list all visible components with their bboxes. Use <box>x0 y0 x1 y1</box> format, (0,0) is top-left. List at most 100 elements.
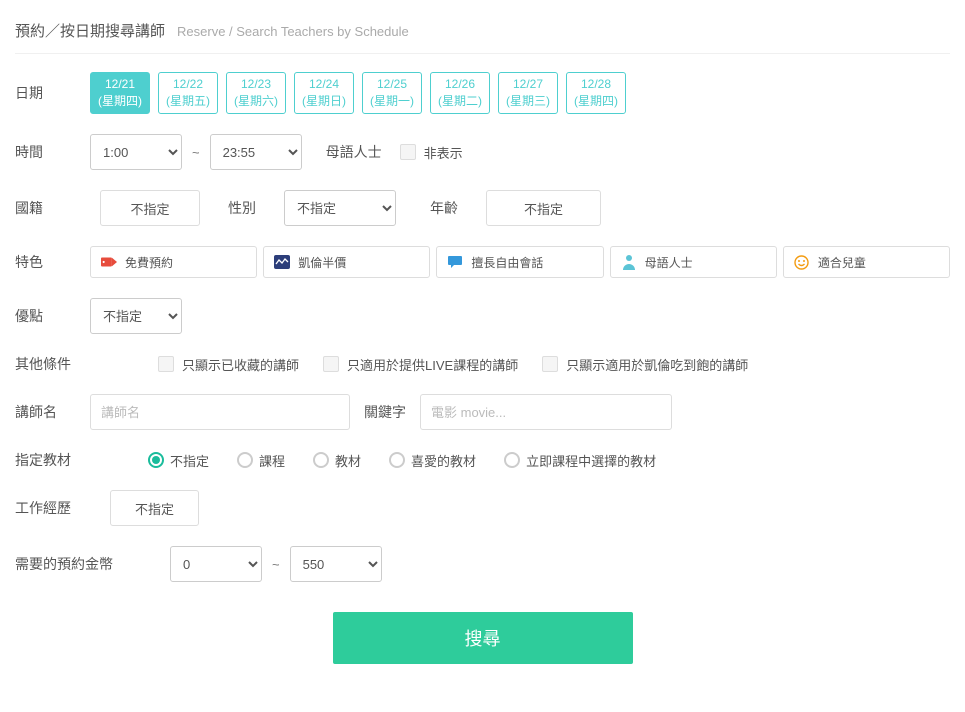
radio-label: 立即課程中選擇的教材 <box>526 451 656 470</box>
date-dow: (星期三) <box>506 93 550 110</box>
smile-icon <box>794 254 810 270</box>
label-feature: 特色 <box>15 252 90 272</box>
radio-icon <box>389 452 405 468</box>
label-nationality: 國籍 <box>15 198 90 218</box>
date-tab-6[interactable]: 12/27(星期三) <box>498 72 558 114</box>
row-feature: 特色 免費預約 凱倫半價 擅長自由會話 母語人士 適合兒童 <box>15 246 950 278</box>
callan-icon <box>274 254 290 270</box>
date-tab-4[interactable]: 12/25(星期一) <box>362 72 422 114</box>
time-from-select[interactable]: 1:00 <box>90 134 182 170</box>
date-dow: (星期五) <box>166 93 210 110</box>
radio-icon <box>148 452 164 468</box>
gender-select[interactable]: 不指定 <box>284 190 396 226</box>
date-tab-2[interactable]: 12/23(星期六) <box>226 72 286 114</box>
label-merit: 優點 <box>15 306 90 326</box>
checkbox-icon <box>542 356 558 372</box>
label-conditions: 其他條件 <box>15 354 90 374</box>
condition-checkbox-0[interactable]: 只顯示已收藏的講師 <box>158 355 299 374</box>
date-dow: (星期四) <box>98 93 142 110</box>
date-dow: (星期日) <box>302 93 346 110</box>
row-time: 時間 1:00 ~ 23:55 母語人士 非表示 <box>15 134 950 170</box>
row-material: 指定教材 不指定課程教材喜愛的教材立即課程中選擇的教材 <box>15 450 950 470</box>
feature-tag-0[interactable]: 免費預約 <box>90 246 257 278</box>
radio-label: 教材 <box>335 451 361 470</box>
date-dow: (星期六) <box>234 93 278 110</box>
feature-label: 免費預約 <box>125 254 173 271</box>
label-time: 時間 <box>15 142 90 162</box>
row-conditions: 其他條件 只顯示已收藏的講師 只適用於提供LIVE課程的講師 只顯示適用於凱倫吃到飽… <box>15 354 950 374</box>
date-tab-7[interactable]: 12/28(星期四) <box>566 72 626 114</box>
label-teacher-name: 講師名 <box>15 402 90 422</box>
page-title: 預約／按日期搜尋講師 <box>15 20 165 41</box>
date-dow: (星期二) <box>438 93 482 110</box>
date-md: 12/27 <box>513 76 543 93</box>
date-md: 12/25 <box>377 76 407 93</box>
row-coins: 需要的預約金幣 0 ~ 550 <box>15 546 950 582</box>
condition-checkbox-2[interactable]: 只顯示適用於凱倫吃到飽的講師 <box>542 355 748 374</box>
material-radio-0[interactable]: 不指定 <box>148 451 209 470</box>
feature-tag-1[interactable]: 凱倫半價 <box>263 246 430 278</box>
condition-label: 只顯示已收藏的講師 <box>182 355 299 374</box>
feature-tag-2[interactable]: 擅長自由會話 <box>436 246 603 278</box>
feature-tag-3[interactable]: 母語人士 <box>610 246 777 278</box>
material-radio-group: 不指定 課程 教材 喜愛的教材 立即課程中選擇的教材 <box>148 451 656 470</box>
tilde: ~ <box>192 145 200 160</box>
date-tab-3[interactable]: 12/24(星期日) <box>294 72 354 114</box>
checkbox-icon <box>323 356 339 372</box>
material-radio-2[interactable]: 教材 <box>313 451 361 470</box>
row-work-history: 工作經歷 不指定 <box>15 490 950 526</box>
date-md: 12/28 <box>581 76 611 93</box>
row-teacher-keyword: 講師名 關鍵字 <box>15 394 950 430</box>
keyword-input[interactable] <box>420 394 672 430</box>
row-date: 日期 12/21(星期四)12/22(星期五)12/23(星期六)12/24(星… <box>15 72 950 114</box>
feature-tag-4[interactable]: 適合兒童 <box>783 246 950 278</box>
radio-icon <box>237 452 253 468</box>
label-coins: 需要的預約金幣 <box>15 554 135 574</box>
age-button[interactable]: 不指定 <box>486 190 601 226</box>
date-tabs: 12/21(星期四)12/22(星期五)12/23(星期六)12/24(星期日)… <box>90 72 626 114</box>
submit-row: 搜尋 <box>15 612 950 664</box>
chat-icon <box>447 254 463 270</box>
condition-checkbox-1[interactable]: 只適用於提供LIVE課程的講師 <box>323 355 518 374</box>
native-hide-checkbox[interactable]: 非表示 <box>400 143 463 162</box>
person-icon <box>621 254 637 270</box>
radio-icon <box>313 452 329 468</box>
material-radio-3[interactable]: 喜愛的教材 <box>389 451 476 470</box>
radio-label: 課程 <box>259 451 285 470</box>
label-native: 母語人士 <box>326 142 382 162</box>
date-md: 12/22 <box>173 76 203 93</box>
page-header: 預約／按日期搜尋講師 Reserve / Search Teachers by … <box>15 20 950 54</box>
feature-label: 擅長自由會話 <box>471 254 543 271</box>
date-dow: (星期一) <box>370 93 414 110</box>
tilde: ~ <box>272 557 280 572</box>
date-md: 12/21 <box>105 76 135 93</box>
time-to-select[interactable]: 23:55 <box>210 134 302 170</box>
date-tab-0[interactable]: 12/21(星期四) <box>90 72 150 114</box>
date-md: 12/24 <box>309 76 339 93</box>
feature-tags: 免費預約 凱倫半價 擅長自由會話 母語人士 適合兒童 <box>90 246 950 278</box>
material-radio-1[interactable]: 課程 <box>237 451 285 470</box>
label-keyword: 關鍵字 <box>364 402 406 422</box>
nationality-button[interactable]: 不指定 <box>100 190 200 226</box>
feature-label: 凱倫半價 <box>298 254 346 271</box>
row-nationality: 國籍 不指定 性別 不指定 年齡 不指定 <box>15 190 950 226</box>
coins-to-select[interactable]: 550 <box>290 546 382 582</box>
row-merit: 優點 不指定 <box>15 298 950 334</box>
work-history-button[interactable]: 不指定 <box>110 490 199 526</box>
date-tab-5[interactable]: 12/26(星期二) <box>430 72 490 114</box>
date-dow: (星期四) <box>574 93 618 110</box>
merit-select[interactable]: 不指定 <box>90 298 182 334</box>
search-button[interactable]: 搜尋 <box>333 612 633 664</box>
label-gender: 性別 <box>228 198 256 218</box>
feature-label: 適合兒童 <box>818 254 866 271</box>
label-date: 日期 <box>15 83 90 103</box>
coins-from-select[interactable]: 0 <box>170 546 262 582</box>
date-tab-1[interactable]: 12/22(星期五) <box>158 72 218 114</box>
material-radio-4[interactable]: 立即課程中選擇的教材 <box>504 451 656 470</box>
checkbox-icon <box>158 356 174 372</box>
checkbox-label: 非表示 <box>424 143 463 162</box>
date-md: 12/23 <box>241 76 271 93</box>
teacher-name-input[interactable] <box>90 394 350 430</box>
condition-label: 只適用於提供LIVE課程的講師 <box>347 355 518 374</box>
checkbox-icon <box>400 144 416 160</box>
